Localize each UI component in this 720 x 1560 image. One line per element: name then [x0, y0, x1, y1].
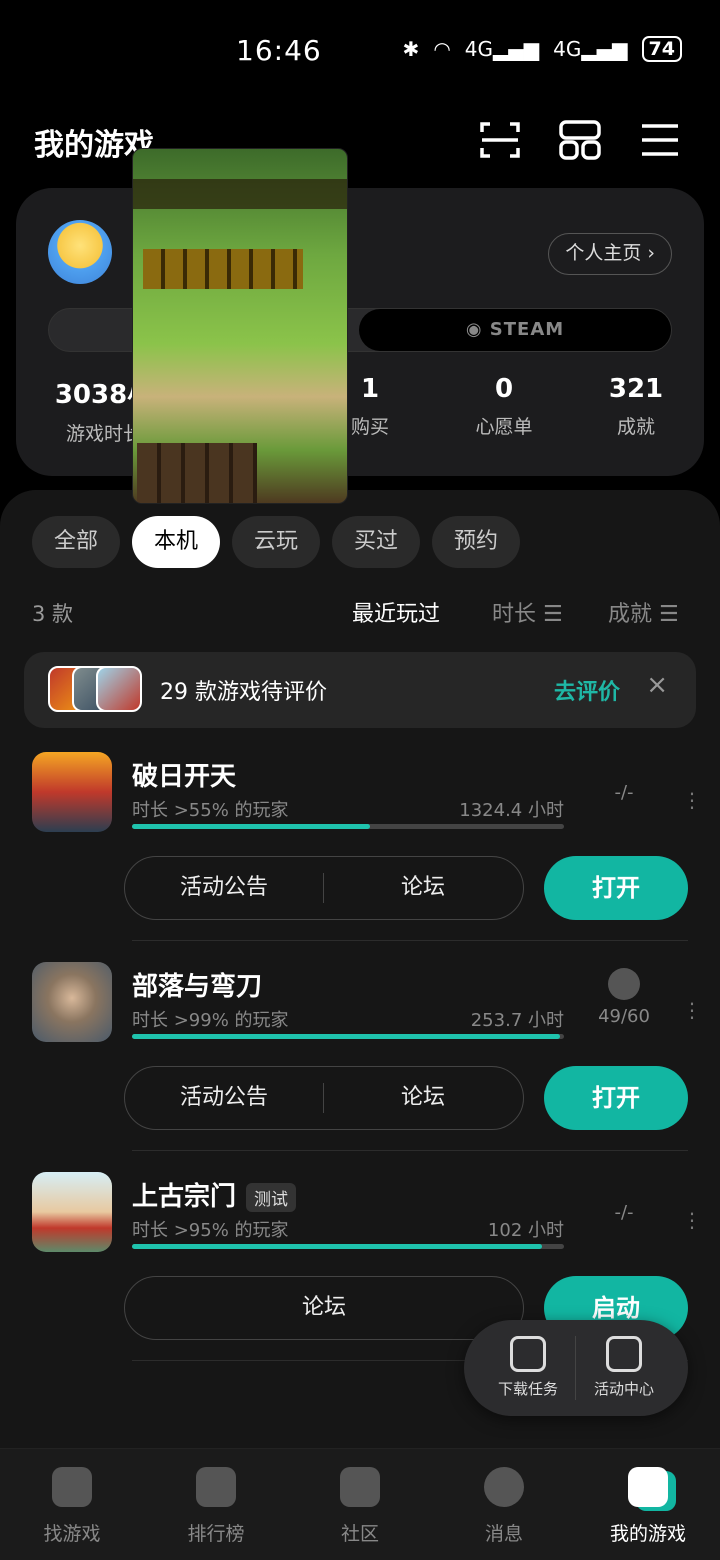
- playtime-bar-fill: [132, 824, 370, 829]
- game-icon[interactable]: [32, 962, 112, 1042]
- more-icon[interactable]: ⋮: [682, 1000, 702, 1020]
- playtime-bar: [132, 1034, 564, 1039]
- divider: [132, 940, 688, 941]
- game-preview-overlay[interactable]: [132, 148, 348, 504]
- sort-icon: ☰: [543, 602, 563, 627]
- game-actions: 论坛: [124, 1276, 524, 1340]
- avatar[interactable]: [48, 220, 112, 284]
- open-button[interactable]: 打开: [544, 1066, 688, 1130]
- signal-icon-2: 4G▂▄▆: [553, 37, 628, 61]
- achievement-count: 49/60: [598, 1006, 650, 1027]
- preview-inventory: [137, 443, 257, 503]
- playtime-bar-fill: [132, 1244, 543, 1249]
- forum-button[interactable]: 论坛: [323, 857, 523, 919]
- game-name: 部落与弯刀: [132, 972, 263, 1002]
- nav-my-games[interactable]: 我的游戏: [576, 1467, 720, 1546]
- wifi-icon: ◠: [433, 37, 451, 61]
- game-thumb: [96, 666, 142, 712]
- forum-button[interactable]: 论坛: [125, 1277, 523, 1339]
- bluetooth-icon: ✱: [402, 37, 420, 61]
- profile-card: 个人主页 › ◉ STEAM 3038小 游戏时长 1 购买 0 心愿单 321 成就: [16, 188, 704, 476]
- ranking-icon: [196, 1467, 236, 1507]
- game-item: 部落与弯刀 时长 >99% 的玩家 253.7 小时 49/60 ⋮ 活动公告 …: [0, 962, 720, 1172]
- more-icon[interactable]: ⋮: [682, 1210, 702, 1230]
- game-actions: 活动公告 论坛: [124, 856, 524, 920]
- filter-reserved[interactable]: 预约: [432, 516, 520, 568]
- open-button[interactable]: 打开: [544, 856, 688, 920]
- event-center-button[interactable]: 活动中心: [576, 1336, 672, 1399]
- playtime-bar-fill: [132, 1034, 560, 1039]
- trophy-icon: [608, 968, 640, 1000]
- game-name: 破日开天: [132, 762, 237, 792]
- clock: 16:46: [236, 34, 322, 67]
- achievement-count: -/-: [614, 782, 634, 803]
- download-icon: [510, 1336, 546, 1372]
- game-icon[interactable]: [32, 752, 112, 832]
- review-game-icons: [48, 666, 144, 714]
- bottom-nav: 找游戏 排行榜 社区 消息 我的游戏: [0, 1448, 720, 1560]
- signal-icon-1: 4G▂▄▆: [464, 37, 540, 61]
- nav-community[interactable]: 社区: [288, 1467, 432, 1546]
- game-hours: 102 小时: [487, 1220, 564, 1241]
- announcement-button[interactable]: 活动公告: [125, 1067, 323, 1129]
- announcement-button[interactable]: 活动公告: [125, 857, 323, 919]
- discover-icon: [52, 1467, 92, 1507]
- review-text: 29 款游戏待评价: [160, 680, 327, 705]
- filter-all[interactable]: 全部: [32, 516, 120, 568]
- grid-icon[interactable]: [558, 118, 602, 162]
- steam-tab[interactable]: ◉ STEAM: [359, 309, 671, 351]
- game-rank: 时长 >99% 的玩家: [132, 1010, 289, 1031]
- floating-toolbar: 下载任务 活动中心: [464, 1320, 688, 1416]
- filter-purchased[interactable]: 买过: [332, 516, 420, 568]
- game-hours: 253.7 小时: [470, 1010, 564, 1031]
- test-badge: 测试: [246, 1183, 297, 1212]
- battery-icon: 74: [641, 36, 682, 62]
- sort-icon: ☰: [659, 602, 679, 627]
- game-hours: 1324.4 小时: [459, 800, 564, 821]
- stat-achievements[interactable]: 321 成就: [576, 374, 696, 439]
- download-tasks-button[interactable]: 下载任务: [480, 1336, 576, 1399]
- sort-duration[interactable]: 时长 ☰: [492, 596, 563, 628]
- gift-icon: [606, 1336, 642, 1372]
- playtime-bar: [132, 824, 564, 829]
- game-icon[interactable]: [32, 1172, 112, 1252]
- nav-rankings[interactable]: 排行榜: [144, 1467, 288, 1546]
- menu-icon[interactable]: [638, 118, 682, 162]
- scan-icon[interactable]: [478, 118, 522, 162]
- nav-messages[interactable]: 消息: [432, 1467, 576, 1546]
- filter-local[interactable]: 本机: [132, 516, 220, 568]
- game-rank: 时长 >95% 的玩家: [132, 1220, 289, 1241]
- game-rank: 时长 >55% 的玩家: [132, 800, 289, 821]
- homepage-button[interactable]: 个人主页 ›: [548, 233, 672, 275]
- playtime-bar: [132, 1244, 564, 1249]
- stat-wishlist[interactable]: 0 心愿单: [444, 374, 564, 439]
- game-actions: 活动公告 论坛: [124, 1066, 524, 1130]
- more-icon[interactable]: ⋮: [682, 790, 702, 810]
- message-icon: [484, 1467, 524, 1507]
- review-banner[interactable]: 29 款游戏待评价 去评价 ×: [24, 652, 696, 728]
- community-icon: [340, 1467, 380, 1507]
- game-item: 破日开天 时长 >55% 的玩家 1324.4 小时 -/- ⋮ 活动公告 论坛…: [0, 752, 720, 962]
- game-name: 上古宗门 测试: [132, 1176, 297, 1213]
- sort-achievement[interactable]: 成就 ☰: [608, 596, 679, 628]
- status-bar: 16:46 ✱ ◠ 4G▂▄▆ 4G▂▄▆ 74: [0, 0, 720, 100]
- preview-hud: [133, 179, 347, 209]
- preview-menu: [143, 249, 303, 289]
- gamepad-icon: [628, 1467, 668, 1507]
- divider: [132, 1150, 688, 1151]
- game-count: 3 款: [32, 602, 74, 626]
- review-link[interactable]: 去评价: [554, 674, 620, 706]
- sort-recent[interactable]: 最近玩过: [352, 596, 440, 628]
- status-icons: ✱ ◠ 4G▂▄▆ 4G▂▄▆ 74: [403, 36, 682, 62]
- forum-button[interactable]: 论坛: [323, 1067, 523, 1129]
- achievement-count: -/-: [614, 1202, 634, 1223]
- filter-cloud[interactable]: 云玩: [232, 516, 320, 568]
- close-icon[interactable]: ×: [646, 670, 668, 700]
- nav-discover[interactable]: 找游戏: [0, 1467, 144, 1546]
